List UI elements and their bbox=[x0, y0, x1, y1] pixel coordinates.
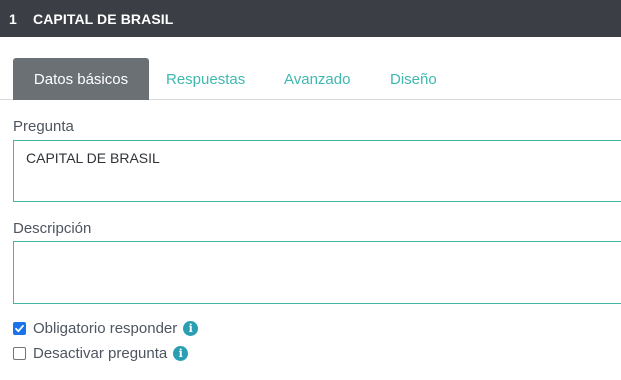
tab-respuestas[interactable]: Respuestas bbox=[166, 58, 245, 100]
tab-diseno[interactable]: Diseño bbox=[390, 58, 437, 100]
disable-option: Desactivar pregunta i bbox=[13, 345, 189, 362]
tab-bar: Datos básicos Respuestas Avanzado Diseño bbox=[0, 58, 621, 100]
disable-label: Desactivar pregunta bbox=[33, 345, 168, 362]
question-number: 1 bbox=[9, 10, 17, 27]
question-input[interactable]: CAPITAL DE BRASIL bbox=[13, 140, 621, 202]
tab-avanzado[interactable]: Avanzado bbox=[284, 58, 350, 100]
required-label: Obligatorio responder bbox=[33, 320, 178, 337]
question-title: CAPITAL DE BRASIL bbox=[33, 10, 174, 27]
info-icon[interactable]: i bbox=[173, 346, 189, 361]
disable-checkbox[interactable] bbox=[13, 347, 26, 360]
question-header: 1 CAPITAL DE BRASIL bbox=[0, 0, 621, 37]
info-icon[interactable]: i bbox=[183, 321, 199, 336]
checkmark-icon bbox=[15, 324, 24, 333]
required-checkbox[interactable] bbox=[13, 322, 26, 335]
required-option: Obligatorio responder i bbox=[13, 320, 199, 337]
description-input[interactable] bbox=[13, 241, 621, 304]
description-label: Descripción bbox=[13, 220, 92, 237]
tab-datos-basicos[interactable]: Datos básicos bbox=[13, 58, 149, 100]
question-label: Pregunta bbox=[13, 118, 74, 135]
